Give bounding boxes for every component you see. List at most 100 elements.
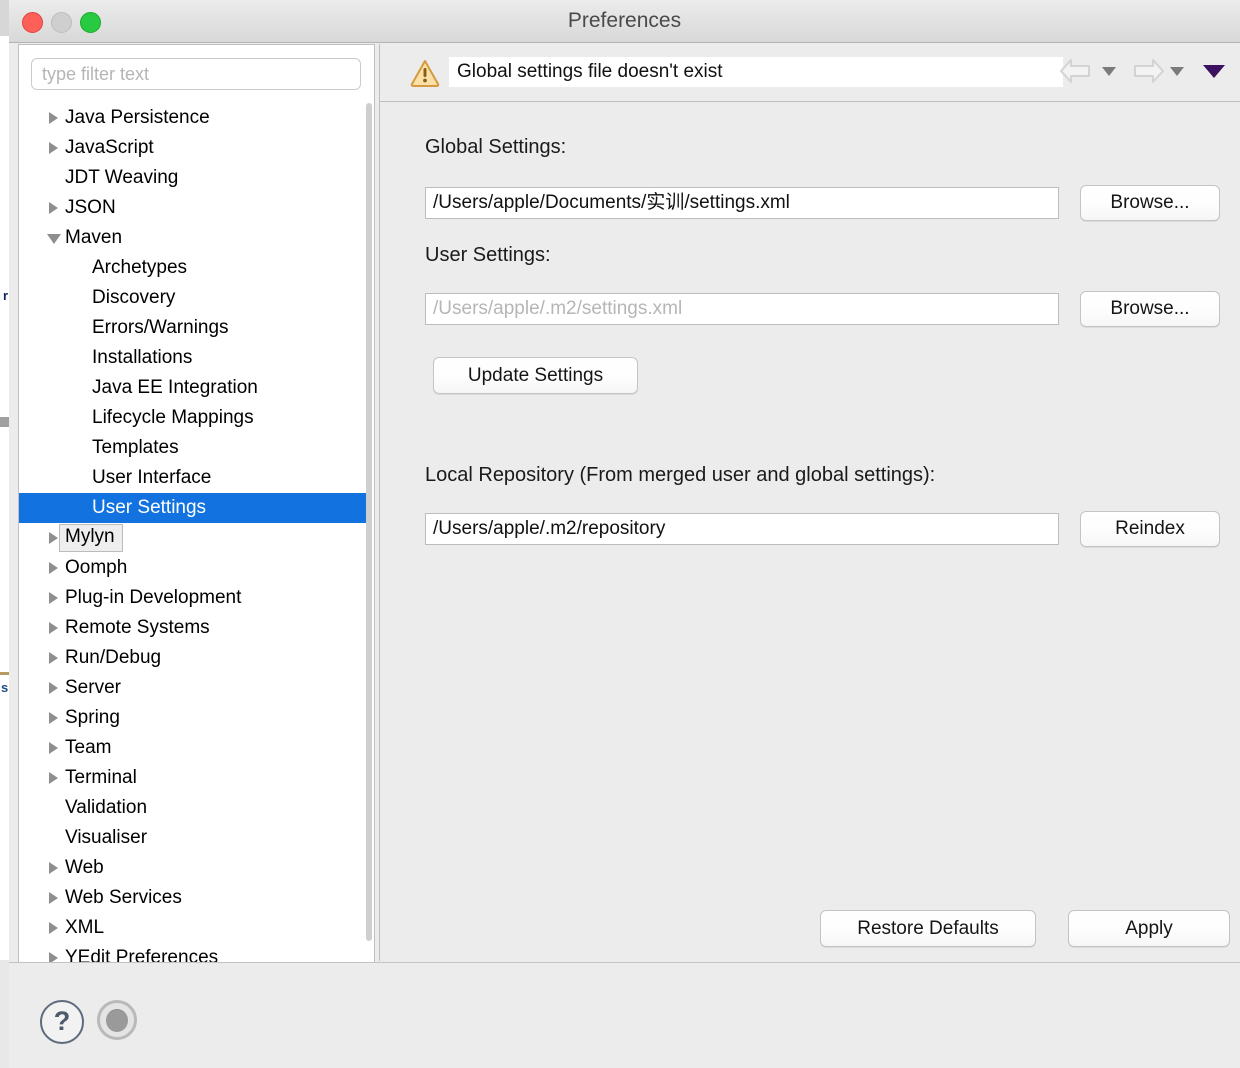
user-settings-browse-button[interactable]: Browse... — [1080, 291, 1220, 327]
sidebar-item-jdt-weaving[interactable]: JDT Weaving — [19, 163, 372, 193]
local-repository-input[interactable]: /Users/apple/.m2/repository — [425, 513, 1059, 545]
global-settings-browse-button[interactable]: Browse... — [1080, 185, 1220, 221]
chevron-right-icon[interactable] — [49, 922, 58, 934]
chevron-right-icon[interactable] — [49, 532, 58, 544]
sidebar-item-label: Templates — [92, 437, 179, 458]
restore-defaults-button[interactable]: Restore Defaults — [820, 910, 1036, 947]
tree-scrollbar-thumb[interactable] — [366, 103, 372, 941]
global-settings-input[interactable]: /Users/apple/Documents/实训/settings.xml — [425, 187, 1059, 219]
sidebar-item-label: Run/Debug — [65, 647, 162, 668]
sidebar-item-errors-warnings[interactable]: Errors/Warnings — [19, 313, 372, 343]
sidebar-item-label: JDT Weaving — [65, 167, 179, 188]
apply-button[interactable]: Apply — [1068, 910, 1230, 947]
sidebar-item-label: Plug-in Development — [65, 587, 242, 608]
back-button[interactable] — [1057, 54, 1099, 88]
sidebar-item-run-debug[interactable]: Run/Debug — [19, 643, 372, 673]
page-history-nav — [1057, 54, 1231, 88]
sidebar-item-installations[interactable]: Installations — [19, 343, 372, 373]
preference-page-maven-user-settings: Global settings file doesn't exist Globa… — [379, 44, 1240, 961]
update-settings-button[interactable]: Update Settings — [433, 357, 638, 394]
sidebar-item-web-services[interactable]: Web Services — [19, 883, 372, 913]
forward-history-chevron-down-icon[interactable] — [1170, 66, 1184, 76]
status-message: Global settings file doesn't exist — [449, 57, 1063, 87]
sidebar-item-team[interactable]: Team — [19, 733, 372, 763]
sidebar-item-web[interactable]: Web — [19, 853, 372, 883]
chevron-right-icon[interactable] — [49, 562, 58, 574]
preferences-dialog: Preferences Java Persistence JavaScript JD… — [9, 0, 1240, 1068]
global-settings-label: Global Settings: — [425, 136, 567, 158]
chevron-right-icon[interactable] — [49, 652, 58, 664]
sidebar-item-xml[interactable]: XML — [19, 913, 372, 943]
chevron-right-icon[interactable] — [49, 862, 58, 874]
sidebar-item-label: Java Persistence — [65, 107, 210, 128]
sidebar-item-java-persistence[interactable]: Java Persistence — [19, 103, 372, 133]
screen: r s Preferences Java Persistence JavaScri… — [0, 0, 1240, 1068]
sidebar-item-label: Visualiser — [65, 827, 148, 848]
sidebar-item-user-settings[interactable]: User Settings — [19, 493, 372, 523]
sidebar-item-label: User Settings — [92, 497, 207, 518]
search-input[interactable] — [31, 58, 361, 90]
title-bar: Preferences — [9, 0, 1240, 43]
sidebar-item-java-ee-integration[interactable]: Java EE Integration — [19, 373, 372, 403]
sidebar-item-visualiser[interactable]: Visualiser — [19, 823, 372, 853]
chevron-right-icon[interactable] — [49, 742, 58, 754]
sidebar-item-archetypes[interactable]: Archetypes — [19, 253, 372, 283]
message-area: Global settings file doesn't exist — [380, 44, 1240, 102]
user-settings-input[interactable]: /Users/apple/.m2/settings.xml — [425, 293, 1059, 325]
sidebar-item-label: Discovery — [92, 287, 176, 308]
sidebar-item-label: Maven — [65, 227, 123, 248]
chevron-down-icon[interactable] — [47, 234, 61, 244]
chevron-right-icon[interactable] — [49, 622, 58, 634]
chevron-right-icon[interactable] — [49, 682, 58, 694]
sidebar-item-label: User Interface — [92, 467, 212, 488]
sidebar-item-label: JavaScript — [65, 137, 154, 158]
sidebar-item-remote-systems[interactable]: Remote Systems — [19, 613, 372, 643]
sidebar-item-terminal[interactable]: Terminal — [19, 763, 372, 793]
sidebar-item-plug-in-development[interactable]: Plug-in Development — [19, 583, 372, 613]
sidebar-item-mylyn[interactable]: Mylyn — [19, 523, 372, 553]
chevron-right-icon[interactable] — [49, 712, 58, 724]
background-statusbar-sliver — [0, 960, 9, 1068]
sidebar-item-yedit-preferences[interactable]: YEdit Preferences — [19, 943, 372, 962]
chevron-right-icon[interactable] — [49, 112, 58, 124]
reindex-button[interactable]: Reindex — [1080, 511, 1220, 547]
background-text-fragment-1: r — [3, 288, 9, 303]
preference-tree-panel: Java Persistence JavaScript JDT Weaving JSO… — [18, 44, 375, 963]
sidebar-item-label: Lifecycle Mappings — [92, 407, 254, 428]
filter-field-wrapper — [31, 58, 361, 90]
question-mark-icon[interactable]: ? — [40, 1000, 84, 1044]
background-accent-sliver — [0, 672, 9, 675]
sidebar-item-templates[interactable]: Templates — [19, 433, 372, 463]
grey-disc-icon[interactable] — [97, 1000, 137, 1040]
chevron-right-icon[interactable] — [49, 142, 58, 154]
page-menu-chevron-down-icon[interactable] — [1203, 64, 1225, 78]
local-repository-label: Local Repository (From merged user and g… — [425, 464, 936, 486]
sidebar-item-label: Errors/Warnings — [92, 317, 229, 338]
sidebar-item-lifecycle-mappings[interactable]: Lifecycle Mappings — [19, 403, 372, 433]
sidebar-item-javascript[interactable]: JavaScript — [19, 133, 372, 163]
sidebar-item-maven[interactable]: Maven — [19, 223, 372, 253]
sidebar-item-label: Server — [65, 677, 121, 698]
forward-button[interactable] — [1125, 54, 1167, 88]
sidebar-item-spring[interactable]: Spring — [19, 703, 372, 733]
sidebar-item-validation[interactable]: Validation — [19, 793, 372, 823]
preference-tree[interactable]: Java Persistence JavaScript JDT Weaving JSO… — [19, 103, 372, 962]
sidebar-item-oomph[interactable]: Oomph — [19, 553, 372, 583]
sidebar-item-label: Team — [65, 737, 112, 758]
sidebar-item-label: Web Services — [65, 887, 182, 908]
sidebar-item-json[interactable]: JSON — [19, 193, 372, 223]
chevron-right-icon[interactable] — [49, 772, 58, 784]
sidebar-item-user-interface[interactable]: User Interface — [19, 463, 372, 493]
sidebar-item-label: Mylyn — [59, 524, 123, 552]
chevron-right-icon[interactable] — [49, 892, 58, 904]
chevron-right-icon[interactable] — [49, 202, 58, 214]
tree-scrollbar[interactable] — [366, 103, 372, 953]
sidebar-item-server[interactable]: Server — [19, 673, 372, 703]
back-history-chevron-down-icon[interactable] — [1102, 66, 1116, 76]
chevron-right-icon[interactable] — [49, 592, 58, 604]
window-title: Preferences — [567, 9, 682, 32]
sidebar-item-discovery[interactable]: Discovery — [19, 283, 372, 313]
sidebar-item-label: XML — [65, 917, 105, 938]
sidebar-item-label: JSON — [65, 197, 116, 218]
user-settings-label: User Settings: — [425, 244, 551, 266]
